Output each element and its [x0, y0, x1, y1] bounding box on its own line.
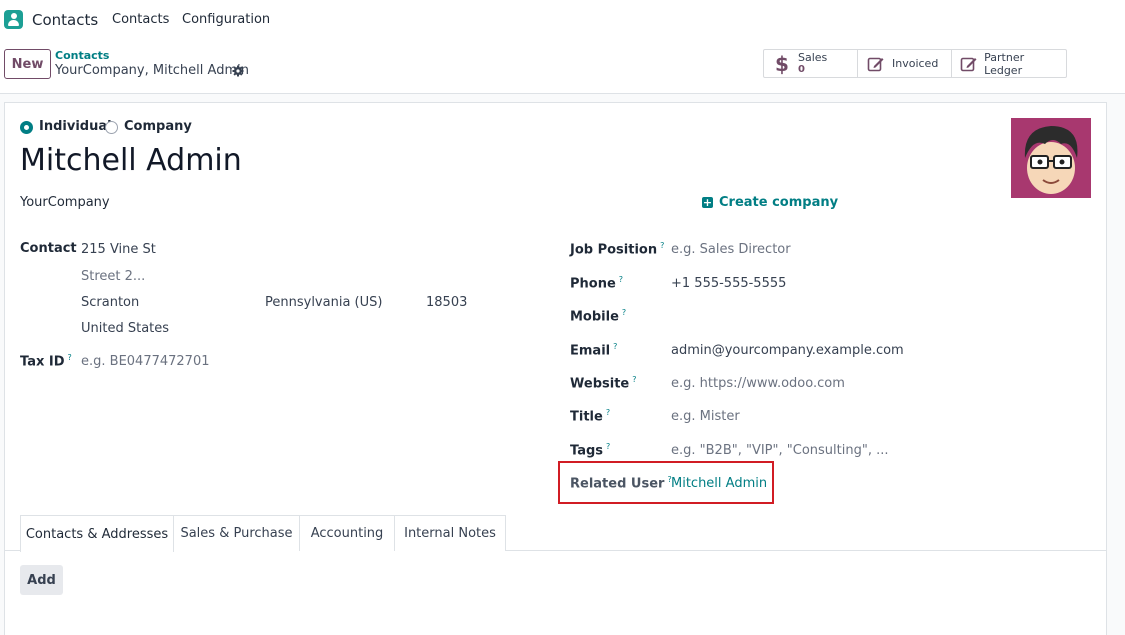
website-label: Website?	[570, 375, 637, 392]
contact-name-field[interactable]: Mitchell Admin	[20, 143, 242, 178]
company-radio[interactable]	[105, 121, 118, 134]
help-icon[interactable]: ?	[68, 353, 72, 362]
help-icon[interactable]: ?	[606, 408, 610, 417]
individual-radio[interactable]	[20, 121, 33, 134]
tags-field[interactable]: e.g. "B2B", "VIP", "Consulting", ...	[671, 443, 888, 458]
individual-label[interactable]: Individual	[39, 119, 112, 134]
menu-configuration[interactable]: Configuration	[182, 12, 270, 27]
mobile-field[interactable]	[671, 309, 871, 325]
partner-ledger-label: Partner Ledger	[984, 50, 1025, 77]
contacts-app-icon[interactable]	[4, 10, 23, 29]
invoiced-label: Invoiced	[892, 57, 939, 70]
notebook-tabs: Contacts & Addresses Sales & Purchase Ac…	[5, 515, 1106, 552]
sales-count: 0	[798, 63, 805, 75]
state-field[interactable]: Pennsylvania (US)	[265, 295, 382, 310]
website-field[interactable]: e.g. https://www.odoo.com	[671, 376, 845, 391]
company-field[interactable]: YourCompany	[20, 195, 110, 210]
street-field[interactable]: 215 Vine St	[81, 242, 156, 257]
street2-field[interactable]: Street 2...	[81, 269, 145, 284]
tab-accounting[interactable]: Accounting	[300, 515, 395, 551]
sales-smart-button[interactable]: $ Sales 0	[764, 50, 858, 77]
tab-contacts-addresses[interactable]: Contacts & Addresses	[20, 515, 174, 552]
tab-sales-purchase[interactable]: Sales & Purchase	[174, 515, 300, 551]
smart-buttons: $ Sales 0 Invoiced Partner Ledger	[763, 49, 1067, 78]
help-icon[interactable]: ?	[660, 241, 664, 250]
company-label[interactable]: Company	[124, 119, 192, 134]
menu-contacts[interactable]: Contacts	[112, 12, 169, 27]
job-position-label: Job Position?	[570, 241, 665, 258]
phone-label: Phone?	[570, 275, 624, 292]
avatar-illustration	[1011, 118, 1091, 198]
partner-ledger-smart-button[interactable]: Partner Ledger	[952, 50, 1066, 77]
dollar-icon: $	[775, 51, 789, 76]
app-name[interactable]: Contacts	[32, 11, 98, 29]
highlight-box	[558, 461, 774, 504]
help-icon[interactable]: ?	[619, 275, 623, 284]
new-button[interactable]: New	[4, 49, 51, 79]
plus-icon: +	[702, 196, 713, 209]
edit-document-icon	[866, 54, 886, 74]
add-button[interactable]: Add	[20, 565, 63, 595]
help-icon[interactable]: ?	[613, 342, 617, 351]
zip-field[interactable]: 18503	[426, 295, 467, 310]
country-field[interactable]: United States	[81, 321, 169, 336]
tab-internal-notes[interactable]: Internal Notes	[395, 515, 506, 551]
city-field[interactable]: Scranton	[81, 295, 139, 310]
create-company-button[interactable]: + Create company	[702, 195, 838, 210]
avatar[interactable]	[1011, 118, 1091, 198]
edit-document-icon	[960, 54, 978, 74]
title-field[interactable]: e.g. Mister	[671, 409, 740, 424]
create-company-label: Create company	[719, 195, 839, 210]
mobile-label: Mobile?	[570, 308, 627, 325]
help-icon[interactable]: ?	[622, 308, 626, 317]
sales-label: Sales	[798, 50, 828, 64]
form-sheet: Individual Company Mitchell Admin YourCo…	[4, 102, 1107, 635]
control-panel: New Contacts YourCompany, Mitchell Admin…	[0, 40, 1125, 94]
tags-label: Tags?	[570, 442, 611, 459]
tax-id-label: Tax ID?	[20, 353, 72, 370]
help-icon[interactable]: ?	[632, 375, 636, 384]
title-label: Title?	[570, 408, 611, 425]
breadcrumb-contacts-link[interactable]: Contacts	[55, 49, 109, 62]
gear-icon[interactable]	[232, 65, 244, 77]
contact-address-label: Contact	[20, 241, 77, 256]
breadcrumb-current: YourCompany, Mitchell Admin	[55, 63, 249, 78]
tax-id-field[interactable]: e.g. BE0477472701	[81, 354, 210, 369]
email-label: Email?	[570, 342, 618, 359]
email-field[interactable]: admin@yourcompany.example.com	[671, 343, 904, 358]
top-navbar: Contacts Contacts Configuration	[0, 0, 1125, 40]
invoiced-smart-button[interactable]: Invoiced	[858, 50, 952, 77]
phone-field[interactable]: +1 555-555-5555	[671, 276, 786, 291]
help-icon[interactable]: ?	[606, 442, 610, 451]
job-position-field[interactable]: e.g. Sales Director	[671, 242, 791, 257]
